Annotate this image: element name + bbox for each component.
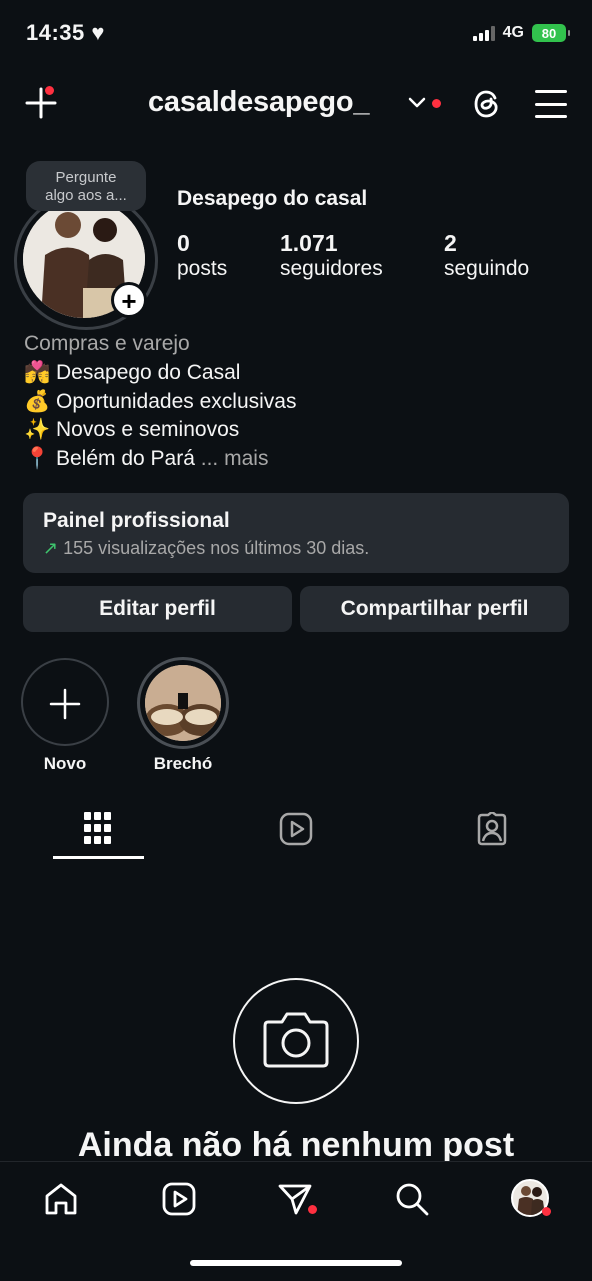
bubble-text-1: Pergunte	[55, 169, 117, 186]
account-notification-dot	[432, 99, 441, 108]
stat-following-label: seguindo	[444, 257, 530, 280]
grid-icon	[84, 812, 111, 844]
highlight-brecho-thumbnail	[145, 665, 221, 741]
username: casaldesapego_	[148, 86, 370, 118]
nav-direct[interactable]	[278, 1182, 317, 1221]
direct-notification-dot	[308, 1205, 317, 1214]
profile-category: Compras e varejo	[24, 332, 190, 355]
bio-emoji: 💰	[24, 390, 51, 413]
tab-tagged[interactable]	[475, 810, 509, 851]
bio-line: 📍 Belém do Pará ... mais	[24, 447, 268, 471]
nav-search[interactable]	[395, 1182, 429, 1221]
empty-state-title: Ainda não há nenhum post	[77, 1126, 515, 1164]
nav-home[interactable]	[44, 1182, 78, 1221]
tab-reels[interactable]	[279, 812, 313, 851]
home-indicator	[190, 1260, 402, 1266]
stat-posts-label: posts	[177, 257, 228, 280]
nav-reels[interactable]	[162, 1182, 196, 1221]
signal-icon	[472, 25, 495, 41]
professional-dashboard[interactable]: Painel profissional ↗ 155 visualizações …	[23, 493, 569, 573]
home-icon	[45, 1183, 77, 1215]
menu-icon[interactable]	[535, 90, 567, 118]
plus-icon	[49, 688, 81, 725]
status-indicators: 4G 80	[472, 24, 570, 42]
active-tab-indicator	[53, 856, 144, 859]
stat-following-value: 2	[444, 230, 457, 256]
bio-emoji: ✨	[24, 418, 51, 441]
highlight-label-brecho: Brechó	[153, 754, 213, 773]
bio-text: Oportunidades exclusivas	[56, 390, 297, 413]
send-icon	[278, 1184, 312, 1215]
bio-text: Novos e seminovos	[56, 418, 240, 441]
bio-line: 💰 Oportunidades exclusivas	[24, 390, 296, 414]
stat-following[interactable]: 2 seguindo	[444, 230, 529, 281]
network-type: 4G	[502, 24, 524, 41]
stat-followers[interactable]: 1.071 seguidores	[280, 230, 383, 281]
stat-followers-label: seguidores	[280, 257, 383, 280]
highlight-label-new: Novo	[43, 754, 87, 773]
notification-dot	[45, 86, 54, 95]
profile-display-name: Desapego do casal	[177, 187, 368, 210]
bubble-text-2: algo aos a...	[45, 187, 127, 204]
create-button[interactable]	[24, 86, 58, 120]
panel-title: Painel profissional	[43, 509, 230, 532]
battery-icon: 80	[532, 24, 570, 42]
tab-grid[interactable]	[84, 812, 112, 849]
bio-text: Belém do Pará	[56, 447, 195, 470]
account-switcher[interactable]: casaldesapego_	[148, 86, 369, 119]
bio-emoji: 💏	[24, 361, 51, 384]
reels-icon	[279, 812, 313, 846]
stat-posts-value: 0	[177, 230, 190, 256]
panel-subtitle: ↗ 155 visualizações nos últimos 30 dias.	[43, 538, 369, 559]
ask-question-bubble[interactable]: Pergunte algo aos a...	[26, 161, 146, 211]
camera-icon	[262, 1008, 330, 1075]
reels-icon	[162, 1182, 196, 1216]
threads-icon[interactable]	[470, 86, 506, 122]
battery-level: 80	[541, 25, 557, 41]
stat-posts[interactable]: 0 posts	[177, 230, 227, 281]
search-icon	[396, 1183, 429, 1216]
edit-profile-button[interactable]: Editar perfil	[23, 586, 292, 632]
chevron-down-icon[interactable]	[408, 96, 426, 114]
panel-subtitle-text: 155 visualizações nos últimos 30 dias.	[63, 538, 370, 558]
status-time: 14:35 ♥	[26, 20, 105, 46]
bio-text: Desapego do Casal	[56, 361, 241, 384]
status-time-text: 14:35	[26, 20, 85, 45]
profile-notification-dot	[542, 1207, 551, 1216]
bio-more-link[interactable]: ... mais	[201, 447, 269, 470]
heart-icon: ♥	[91, 20, 105, 45]
stat-followers-value: 1.071	[280, 230, 338, 256]
add-story-button[interactable]: +	[111, 282, 147, 318]
tagged-icon	[477, 810, 507, 846]
bio-line: 💏 Desapego do Casal	[24, 361, 240, 385]
bio-emoji: 📍	[24, 447, 51, 470]
bio-line: ✨ Novos e seminovos	[24, 418, 239, 442]
share-profile-button[interactable]: Compartilhar perfil	[300, 586, 569, 632]
trend-up-icon: ↗	[43, 538, 59, 558]
